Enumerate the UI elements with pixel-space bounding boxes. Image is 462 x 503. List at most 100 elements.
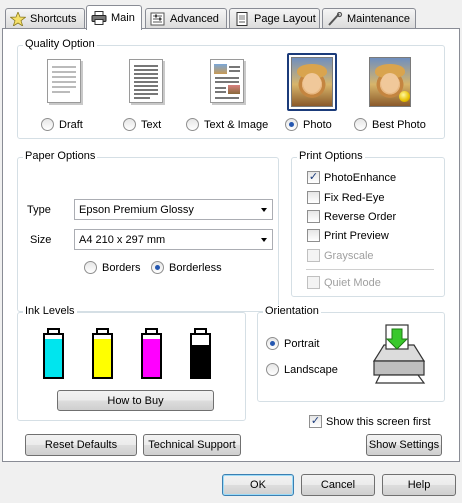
radio-label: Photo	[303, 118, 332, 131]
checkbox-box[interactable]: ✓	[309, 415, 322, 428]
ink-levels-group: Ink Levels How to Buy	[17, 305, 246, 421]
page-layout-icon	[234, 11, 250, 26]
radio-landscape[interactable]: Landscape	[266, 363, 338, 376]
reset-defaults-button[interactable]: Reset Defaults	[25, 434, 137, 456]
checkbox-box	[307, 249, 320, 262]
show-settings-button[interactable]: Show Settings	[366, 434, 442, 456]
text-quality-icon[interactable]	[125, 57, 167, 107]
paper-type-value: Epson Premium Glossy	[79, 203, 194, 216]
printer-icon	[91, 11, 107, 25]
radio-button[interactable]	[123, 118, 136, 131]
wrench-icon	[327, 11, 343, 26]
help-button[interactable]: Help	[382, 474, 456, 496]
print-options-title: Print Options	[297, 150, 365, 162]
radio-text[interactable]: Text	[123, 118, 161, 131]
radio-portrait[interactable]: Portrait	[266, 337, 319, 350]
tab-label: Shortcuts	[30, 12, 77, 25]
radio-button[interactable]	[354, 118, 367, 131]
paper-options-title: Paper Options	[23, 150, 98, 162]
checkbox-box[interactable]	[307, 191, 320, 204]
radio-label: Borderless	[169, 261, 222, 274]
checkbox-fix-red-eye[interactable]: Fix Red-Eye	[307, 191, 385, 204]
ink-bottle-yellow	[92, 328, 113, 379]
ok-button[interactable]: OK	[222, 474, 294, 496]
checkbox-show-screen-first[interactable]: ✓ Show this screen first	[309, 415, 431, 428]
tab-label: Advanced	[170, 12, 219, 25]
radio-button[interactable]	[285, 118, 298, 131]
radio-draft[interactable]: Draft	[41, 118, 83, 131]
technical-support-button[interactable]: Technical Support	[143, 434, 241, 456]
paper-size-label: Size	[30, 234, 52, 246]
draft-quality-icon[interactable]	[43, 57, 85, 107]
radio-label: Text	[141, 118, 162, 131]
ink-bottle-black	[190, 328, 211, 379]
tab-page-layout[interactable]: Page Layout	[229, 8, 320, 28]
radio-label: Borders	[102, 261, 141, 274]
checkbox-label: Reverse Order	[324, 210, 397, 223]
radio-photo[interactable]: Photo	[285, 118, 332, 131]
checkbox-label: PhotoEnhance	[324, 171, 397, 184]
paper-type-label: Type	[27, 204, 51, 216]
ink-level-fill-cyan	[45, 339, 62, 377]
checkbox-label: Print Preview	[324, 229, 389, 242]
ink-level-fill-black	[192, 345, 209, 377]
ink-level-fill-yellow	[94, 339, 111, 377]
paper-type-select[interactable]: Epson Premium Glossy	[74, 199, 273, 220]
photo-quality-icon[interactable]	[291, 57, 333, 107]
checkbox-label: Grayscale	[324, 249, 374, 262]
radio-button[interactable]	[266, 363, 279, 376]
how-to-buy-button[interactable]: How to Buy	[57, 390, 214, 411]
radio-label: Draft	[59, 118, 83, 131]
checkbox-box[interactable]	[307, 210, 320, 223]
radio-label: Text & Image	[204, 118, 269, 131]
tab-advanced[interactable]: Advanced	[145, 8, 227, 28]
text-image-quality-icon[interactable]	[206, 57, 248, 107]
checkbox-photo-enhance[interactable]: ✓ PhotoEnhance	[307, 171, 396, 184]
checkbox-quiet-mode: Quiet Mode	[307, 276, 381, 289]
radio-text-image[interactable]: Text & Image	[186, 118, 268, 131]
radio-button[interactable]	[84, 261, 97, 274]
tab-label: Main	[111, 12, 135, 24]
quality-option-group: Quality Option Draft Text Text & Image P…	[17, 38, 445, 139]
orientation-group: Orientation Portrait Landscape	[257, 305, 445, 402]
ink-bottle-cap	[47, 328, 60, 333]
checkbox-print-preview[interactable]: Print Preview	[307, 229, 389, 242]
radio-button[interactable]	[266, 337, 279, 350]
checkbox-reverse-order[interactable]: Reverse Order	[307, 210, 396, 223]
checkbox-box	[307, 276, 320, 289]
ink-bottle-cap	[145, 328, 158, 333]
paper-options-group: Paper Options Type Epson Premium Glossy …	[17, 150, 279, 312]
star-icon	[9, 10, 27, 27]
paper-size-value: A4 210 x 297 mm	[79, 233, 166, 246]
ink-level-fill-magenta	[143, 339, 160, 377]
checkbox-label: Quiet Mode	[324, 276, 381, 289]
orientation-title: Orientation	[263, 305, 321, 317]
print-options-divider	[306, 269, 434, 270]
chevron-down-icon	[261, 208, 267, 212]
quality-option-title: Quality Option	[23, 38, 97, 50]
chevron-down-icon	[261, 238, 267, 242]
tab-maintenance[interactable]: Maintenance	[322, 8, 416, 28]
radio-button[interactable]	[151, 261, 164, 274]
radio-borderless[interactable]: Borderless	[151, 261, 222, 274]
best-photo-quality-icon[interactable]	[369, 57, 411, 107]
radio-borders[interactable]: Borders	[84, 261, 141, 274]
checkbox-box[interactable]: ✓	[307, 171, 320, 184]
radio-button[interactable]	[41, 118, 54, 131]
ink-bottle-cap	[194, 328, 207, 333]
tab-label: Page Layout	[254, 12, 316, 25]
main-panel: Quality Option Draft Text Text & Image P…	[2, 28, 460, 462]
tab-main[interactable]: Main	[86, 5, 142, 30]
ink-bottle-magenta	[141, 328, 162, 379]
paper-size-select[interactable]: A4 210 x 297 mm	[74, 229, 273, 250]
tab-label: Maintenance	[347, 12, 410, 25]
checkbox-label: Show this screen first	[326, 415, 431, 428]
radio-best-photo[interactable]: Best Photo	[354, 118, 426, 131]
settings-icon	[150, 12, 166, 26]
radio-button[interactable]	[186, 118, 199, 131]
ink-bottle-cap	[96, 328, 109, 333]
checkbox-box[interactable]	[307, 229, 320, 242]
tab-shortcuts[interactable]: Shortcuts	[5, 8, 85, 28]
printer-orientation-icon	[366, 321, 430, 385]
cancel-button[interactable]: Cancel	[301, 474, 375, 496]
